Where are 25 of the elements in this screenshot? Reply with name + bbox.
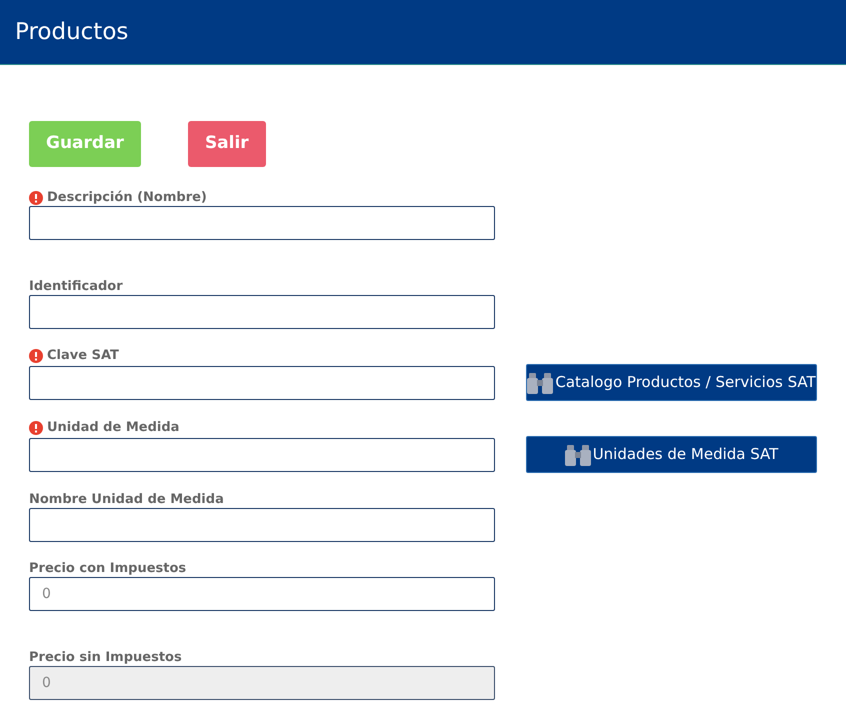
required-icon	[29, 348, 43, 362]
catalog-button[interactable]: Unidades de Medida SAT	[526, 436, 817, 473]
field-label: Precio con Impuestos	[29, 560, 186, 578]
field-label: Unidad de Medida	[47, 418, 180, 437]
binoculars-icon	[527, 372, 554, 394]
field-label: Descripción (Nombre)	[47, 188, 207, 207]
binoculars-icon	[564, 444, 591, 466]
save-button[interactable]: Guardar	[29, 121, 141, 167]
text-field[interactable]	[29, 206, 495, 240]
required-icon	[29, 420, 43, 434]
field-label: Identificador	[29, 278, 123, 296]
field-value: 0	[42, 674, 51, 692]
field-value: 0	[42, 584, 51, 604]
exit-button[interactable]: Salir	[188, 121, 266, 167]
text-field[interactable]: 0	[29, 577, 495, 611]
text-field[interactable]	[29, 508, 495, 542]
catalog-button[interactable]: Catalogo Productos / Servicios SAT	[526, 364, 817, 401]
text-field[interactable]	[29, 438, 495, 472]
field-label: Nombre Unidad de Medida	[29, 490, 224, 509]
text-field[interactable]	[29, 295, 495, 329]
text-field[interactable]	[29, 366, 495, 400]
page-title: Productos	[15, 18, 128, 47]
field-label: Clave SAT	[47, 346, 119, 365]
field-label: Precio sin Impuestos	[29, 648, 182, 667]
required-icon	[29, 190, 43, 204]
